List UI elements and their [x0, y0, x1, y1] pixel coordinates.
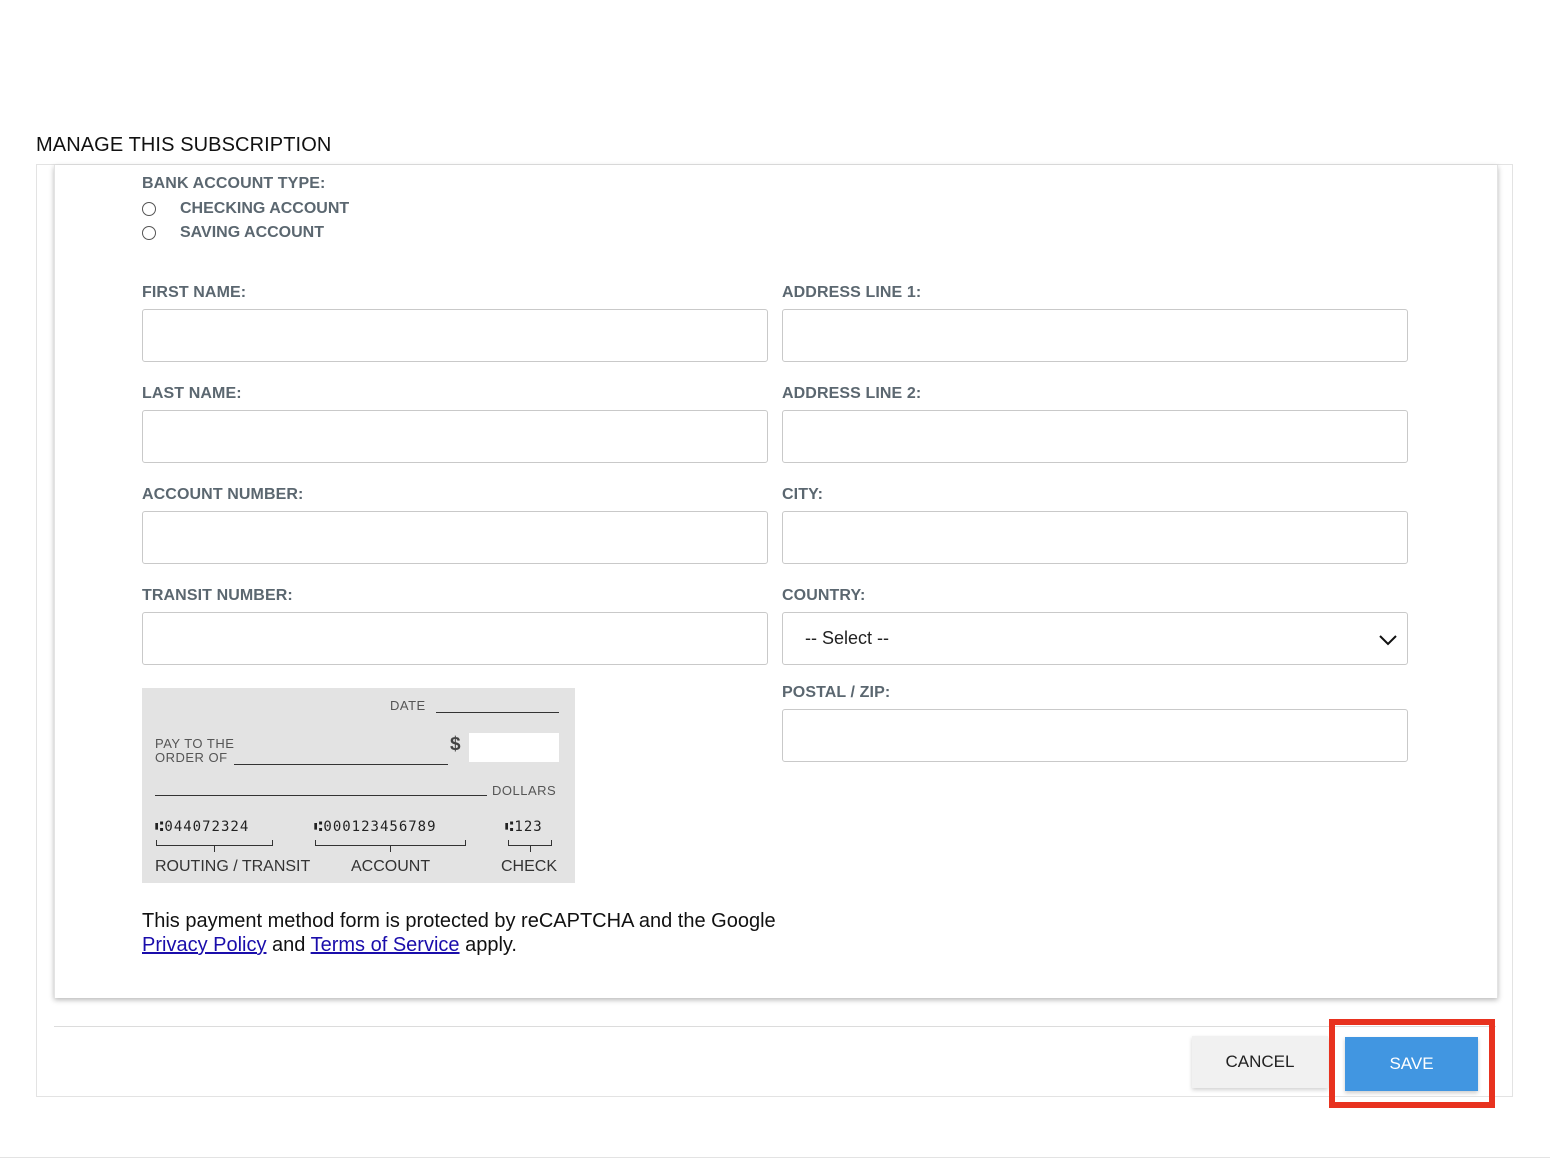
- cheque-routing-caption: ROUTING / TRANSIT: [155, 858, 311, 875]
- cheque-check-number: ⑆123: [505, 819, 543, 835]
- cancel-button[interactable]: CANCEL: [1192, 1036, 1328, 1088]
- cheque-pay-to-label: PAY TO THE: [155, 736, 235, 751]
- recaptcha-notice: This payment method form is protected by…: [142, 909, 776, 957]
- country-label: COUNTRY:: [782, 587, 866, 604]
- cheque-dollars-label: DOLLARS: [492, 783, 557, 798]
- saving-account-label[interactable]: SAVING ACCOUNT: [180, 224, 324, 242]
- cheque-check-caption: CHECK: [501, 858, 558, 875]
- last-name-field[interactable]: [142, 410, 768, 463]
- last-name-label: LAST NAME:: [142, 385, 242, 402]
- actions-divider: [54, 1026, 1496, 1027]
- section-title: MANAGE THIS SUBSCRIPTION: [36, 134, 332, 156]
- checking-account-radio[interactable]: [142, 202, 156, 216]
- page-bottom-rule: [0, 1157, 1550, 1158]
- address-line-2-label: ADDRESS LINE 2:: [782, 385, 922, 402]
- transit-number-label: TRANSIT NUMBER:: [142, 587, 293, 604]
- saving-account-radio[interactable]: [142, 226, 156, 240]
- transit-number-field[interactable]: [142, 612, 768, 665]
- cheque-date-label: DATE: [390, 698, 426, 713]
- account-number-field[interactable]: [142, 511, 768, 564]
- privacy-policy-link[interactable]: Privacy Policy: [142, 934, 266, 956]
- city-field[interactable]: [782, 511, 1408, 564]
- sample-cheque-image: DATE PAY TO THE ORDER OF $ DOLLARS ⑆0440…: [142, 688, 575, 883]
- cheque-amount-box: [469, 733, 559, 762]
- first-name-field[interactable]: [142, 309, 768, 362]
- recaptcha-text: This payment method form is protected by…: [142, 910, 776, 932]
- address-line-1-label: ADDRESS LINE 1:: [782, 284, 922, 301]
- postal-zip-field[interactable]: [782, 709, 1408, 762]
- address-line-2-field[interactable]: [782, 410, 1408, 463]
- cheque-order-of-label: ORDER OF: [155, 750, 228, 765]
- cheque-dollar-sign: $: [450, 734, 462, 755]
- bank-account-type-label: BANK ACCOUNT TYPE:: [142, 175, 326, 192]
- saving-account-option[interactable]: SAVING ACCOUNT: [142, 224, 324, 242]
- cheque-account-number: ⑆000123456789: [314, 819, 437, 835]
- account-number-label: ACCOUNT NUMBER:: [142, 486, 304, 503]
- checking-account-label[interactable]: CHECKING ACCOUNT: [180, 200, 349, 218]
- chevron-down-icon: [1379, 630, 1397, 651]
- recaptcha-apply-text: apply.: [459, 934, 517, 956]
- cheque-routing-number: ⑆044072324: [155, 819, 250, 835]
- address-line-1-field[interactable]: [782, 309, 1408, 362]
- country-select-value: -- Select --: [805, 628, 890, 648]
- checking-account-option[interactable]: CHECKING ACCOUNT: [142, 200, 349, 218]
- country-select[interactable]: -- Select --: [782, 612, 1408, 665]
- cheque-account-caption: ACCOUNT: [351, 858, 431, 875]
- save-button[interactable]: SAVE: [1345, 1037, 1478, 1091]
- first-name-label: FIRST NAME:: [142, 284, 247, 301]
- terms-of-service-link[interactable]: Terms of Service: [311, 934, 460, 956]
- recaptcha-and-text: and: [266, 934, 311, 956]
- city-label: CITY:: [782, 486, 824, 503]
- postal-zip-label: POSTAL / ZIP:: [782, 684, 891, 701]
